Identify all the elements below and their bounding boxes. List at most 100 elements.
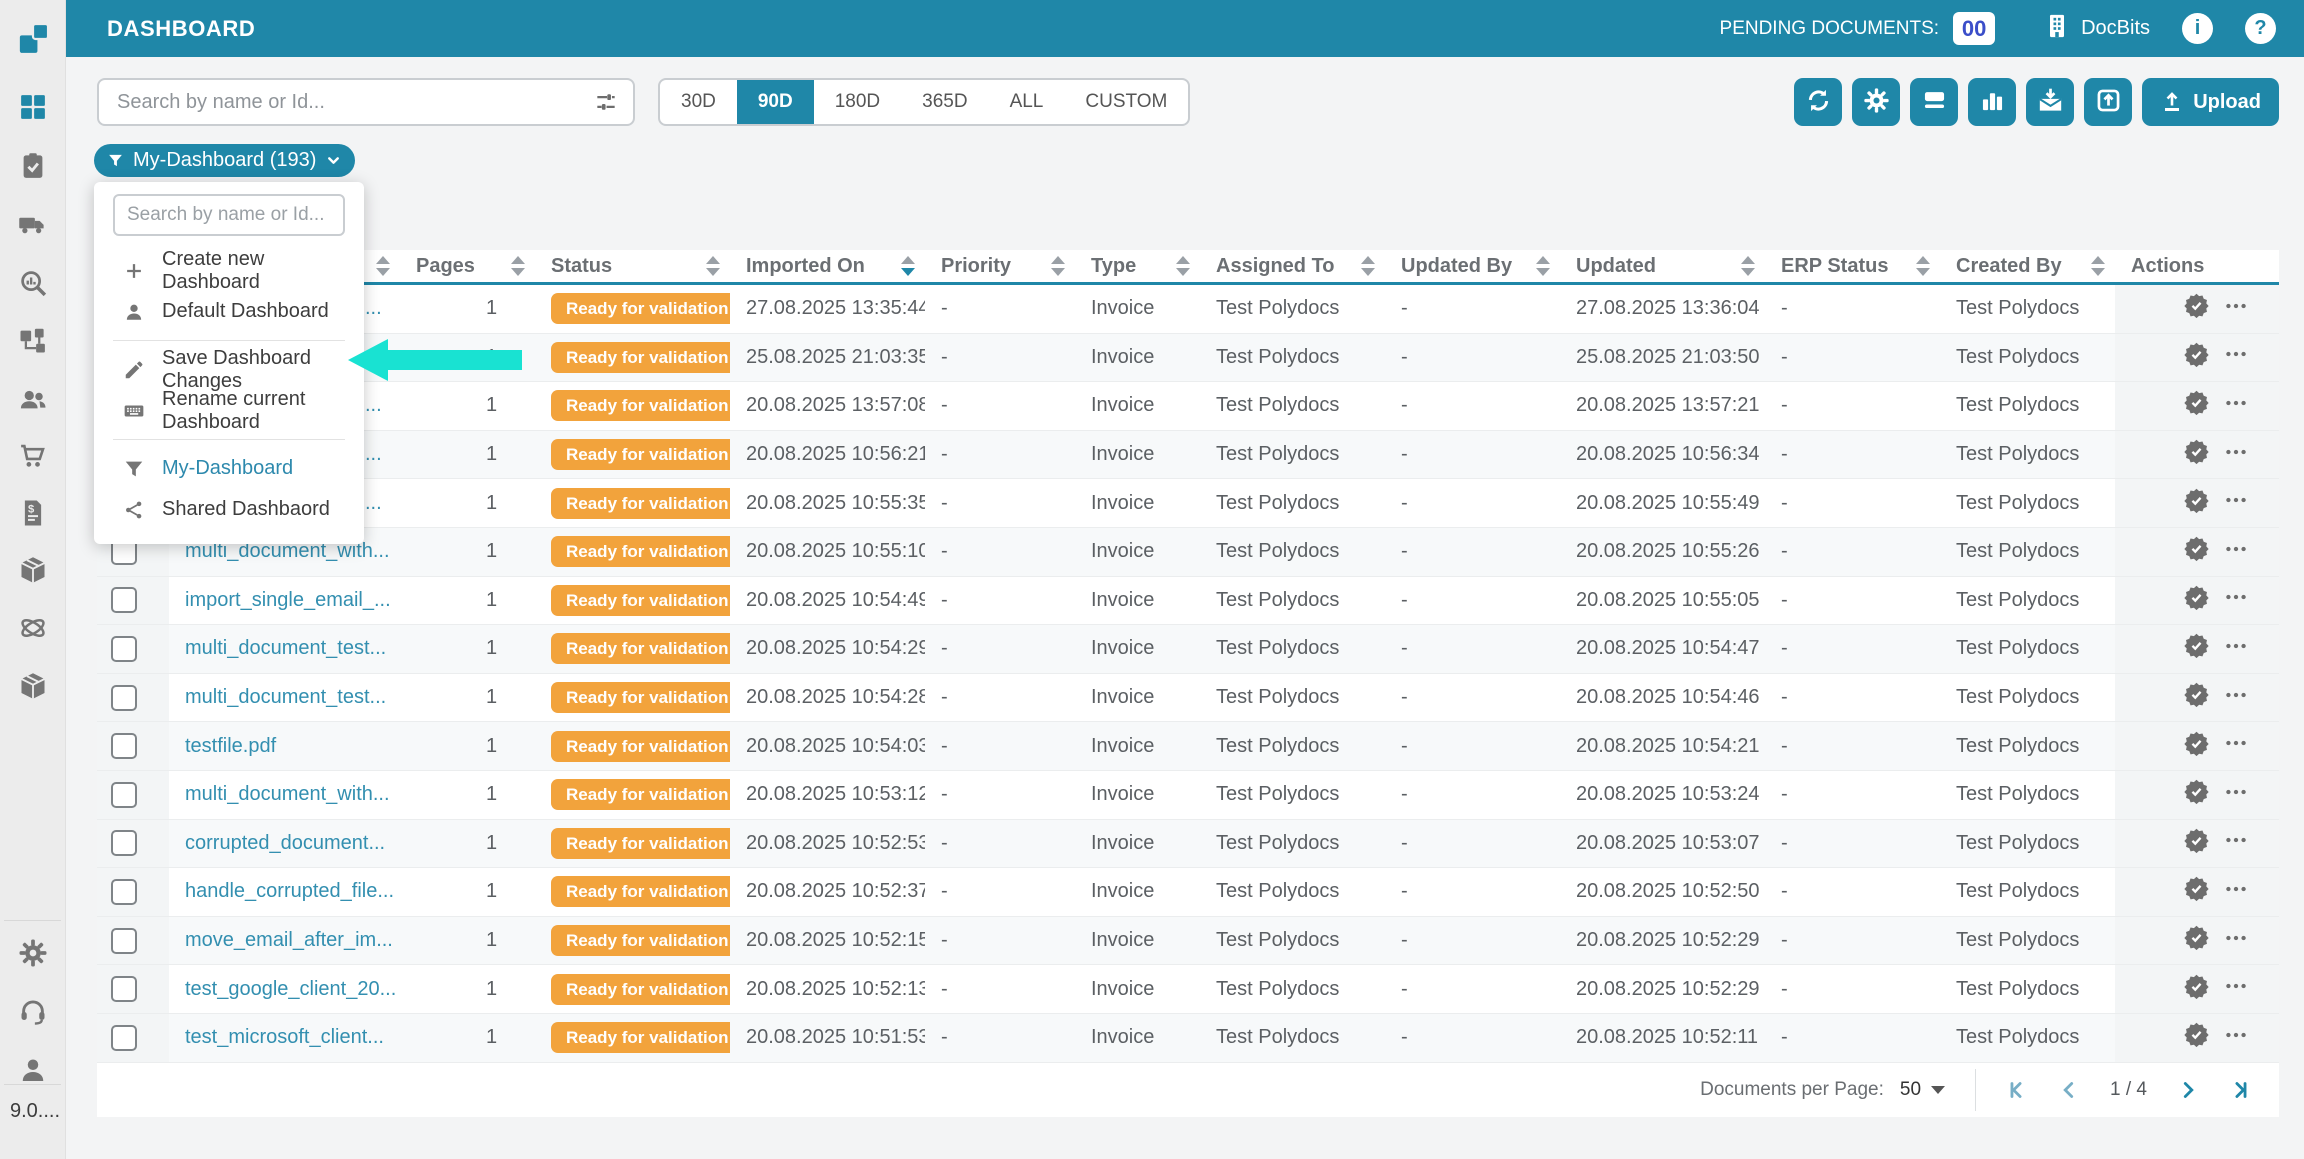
- column-header-pages[interactable]: Pages: [400, 250, 535, 282]
- document-name-link[interactable]: ...: [365, 492, 382, 514]
- column-header-erp-status[interactable]: ERP Status: [1765, 250, 1940, 282]
- menu-item-save-dashboard-changes[interactable]: Save Dashboard Changes: [94, 349, 364, 390]
- row-more-actions-icon[interactable]: [2223, 925, 2249, 957]
- row-checkbox[interactable]: [111, 879, 137, 905]
- column-header-updated[interactable]: Updated: [1560, 250, 1765, 282]
- column-header-type[interactable]: Type: [1075, 250, 1200, 282]
- info-icon[interactable]: i: [2182, 13, 2213, 44]
- document-name-link[interactable]: move_email_after_im...: [185, 929, 393, 951]
- sidebar-item-profile-person[interactable]: [18, 1055, 48, 1085]
- sidebar-item-invoice-document[interactable]: $: [18, 498, 48, 528]
- column-header-priority[interactable]: Priority: [925, 250, 1075, 282]
- column-header-assigned-to[interactable]: Assigned To: [1200, 250, 1385, 282]
- document-name-link[interactable]: multi_document_test...: [185, 637, 386, 659]
- document-name-link[interactable]: multi_document_test...: [185, 686, 386, 708]
- validate-seal-icon[interactable]: [2183, 827, 2210, 860]
- document-name-link[interactable]: ...: [365, 346, 382, 368]
- row-checkbox[interactable]: [111, 733, 137, 759]
- range-button-365d[interactable]: 365D: [901, 80, 988, 124]
- document-name-link[interactable]: ...: [365, 297, 382, 319]
- column-header-created-by[interactable]: Created By: [1940, 250, 2115, 282]
- help-icon[interactable]: ?: [2245, 13, 2276, 44]
- row-more-actions-icon[interactable]: [2223, 682, 2249, 714]
- row-more-actions-icon[interactable]: [2223, 827, 2249, 859]
- row-more-actions-icon[interactable]: [2223, 633, 2249, 665]
- document-name-link[interactable]: ...: [365, 394, 382, 416]
- statistics-button[interactable]: [1968, 78, 2016, 126]
- document-name-link[interactable]: corrupted_document...: [185, 832, 385, 854]
- document-name-link[interactable]: multi_document_with...: [185, 783, 390, 805]
- sidebar-item-support-headset[interactable]: [18, 996, 48, 1026]
- row-more-actions-icon[interactable]: [2223, 779, 2249, 811]
- menu-item-shared-dashbaord[interactable]: Shared Dashbaord: [94, 489, 364, 530]
- sidebar-item-tasks-clipboard[interactable]: [18, 151, 48, 181]
- sidebar-item-settings-gear[interactable]: [18, 938, 48, 968]
- range-button-90d[interactable]: 90D: [737, 80, 814, 124]
- sort-arrows[interactable]: [1536, 256, 1550, 276]
- upload-button[interactable]: Upload: [2142, 78, 2279, 126]
- mail-import-button[interactable]: [2026, 78, 2074, 126]
- row-more-actions-icon[interactable]: [2223, 584, 2249, 616]
- row-checkbox[interactable]: [111, 830, 137, 856]
- first-page-button[interactable]: [2006, 1077, 2032, 1103]
- validate-seal-icon[interactable]: [2183, 389, 2210, 422]
- range-button-custom[interactable]: CUSTOM: [1064, 80, 1188, 124]
- validate-seal-icon[interactable]: [2183, 632, 2210, 665]
- row-checkbox[interactable]: [111, 587, 137, 613]
- search-input[interactable]: [99, 91, 593, 114]
- validate-seal-icon[interactable]: [2183, 438, 2210, 471]
- row-more-actions-icon[interactable]: [2223, 973, 2249, 1005]
- row-more-actions-icon[interactable]: [2223, 730, 2249, 762]
- sort-arrows[interactable]: [1176, 256, 1190, 276]
- row-more-actions-icon[interactable]: [2223, 439, 2249, 471]
- dashboard-menu-search-input[interactable]: [113, 194, 345, 236]
- column-header-updated-by[interactable]: Updated By: [1385, 250, 1560, 282]
- menu-item-create-new-dashboard[interactable]: Create new Dashboard: [94, 250, 364, 291]
- row-checkbox[interactable]: [111, 976, 137, 1002]
- range-button-180d[interactable]: 180D: [814, 80, 901, 124]
- menu-item-default-dashboard[interactable]: Default Dashboard: [94, 291, 364, 332]
- row-more-actions-icon[interactable]: [2223, 876, 2249, 908]
- row-more-actions-icon[interactable]: [2223, 1022, 2249, 1054]
- row-checkbox[interactable]: [111, 636, 137, 662]
- validate-seal-icon[interactable]: [2183, 973, 2210, 1006]
- sort-arrows[interactable]: [1916, 256, 1930, 276]
- sidebar-item-shipping-truck[interactable]: [18, 209, 48, 239]
- sidebar-item-package-alt[interactable]: [18, 671, 48, 701]
- range-button-all[interactable]: ALL: [989, 80, 1065, 124]
- sidebar-item-package[interactable]: [18, 555, 48, 585]
- sort-arrows[interactable]: [511, 256, 525, 276]
- row-more-actions-icon[interactable]: [2223, 293, 2249, 325]
- sidebar-item-procurement-cart[interactable]: [18, 441, 48, 471]
- validate-seal-icon[interactable]: [2183, 924, 2210, 957]
- validate-seal-icon[interactable]: [2183, 487, 2210, 520]
- dashboard-selector-button[interactable]: My-Dashboard (193): [94, 144, 355, 177]
- validate-seal-icon[interactable]: [2183, 875, 2210, 908]
- document-name-link[interactable]: test_google_client_20...: [185, 978, 396, 1000]
- next-page-button[interactable]: [2175, 1077, 2201, 1103]
- last-page-button[interactable]: [2225, 1077, 2251, 1103]
- validate-seal-icon[interactable]: [2183, 341, 2210, 374]
- validate-seal-icon[interactable]: [2183, 730, 2210, 763]
- export-tray-button[interactable]: [2084, 78, 2132, 126]
- row-more-actions-icon[interactable]: [2223, 341, 2249, 373]
- document-name-link[interactable]: import_single_email_...: [185, 589, 391, 611]
- row-checkbox[interactable]: [111, 685, 137, 711]
- sync-button[interactable]: [1794, 78, 1842, 126]
- sidebar-item-users[interactable]: [18, 384, 48, 414]
- row-more-actions-icon[interactable]: [2223, 487, 2249, 519]
- settings-button[interactable]: [1852, 78, 1900, 126]
- validate-seal-icon[interactable]: [2183, 1021, 2210, 1054]
- row-more-actions-icon[interactable]: [2223, 536, 2249, 568]
- row-checkbox[interactable]: [111, 928, 137, 954]
- column-header-imported-on[interactable]: Imported On: [730, 250, 925, 282]
- range-button-30d[interactable]: 30D: [660, 80, 737, 124]
- document-name-link[interactable]: ...: [365, 443, 382, 465]
- column-header-status[interactable]: Status: [535, 250, 730, 282]
- row-more-actions-icon[interactable]: [2223, 390, 2249, 422]
- previous-page-button[interactable]: [2056, 1077, 2082, 1103]
- validate-seal-icon[interactable]: [2183, 535, 2210, 568]
- sort-arrows[interactable]: [1361, 256, 1375, 276]
- menu-item-rename-current-dashboard[interactable]: Rename current Dashboard: [94, 390, 364, 431]
- validate-seal-icon[interactable]: [2183, 681, 2210, 714]
